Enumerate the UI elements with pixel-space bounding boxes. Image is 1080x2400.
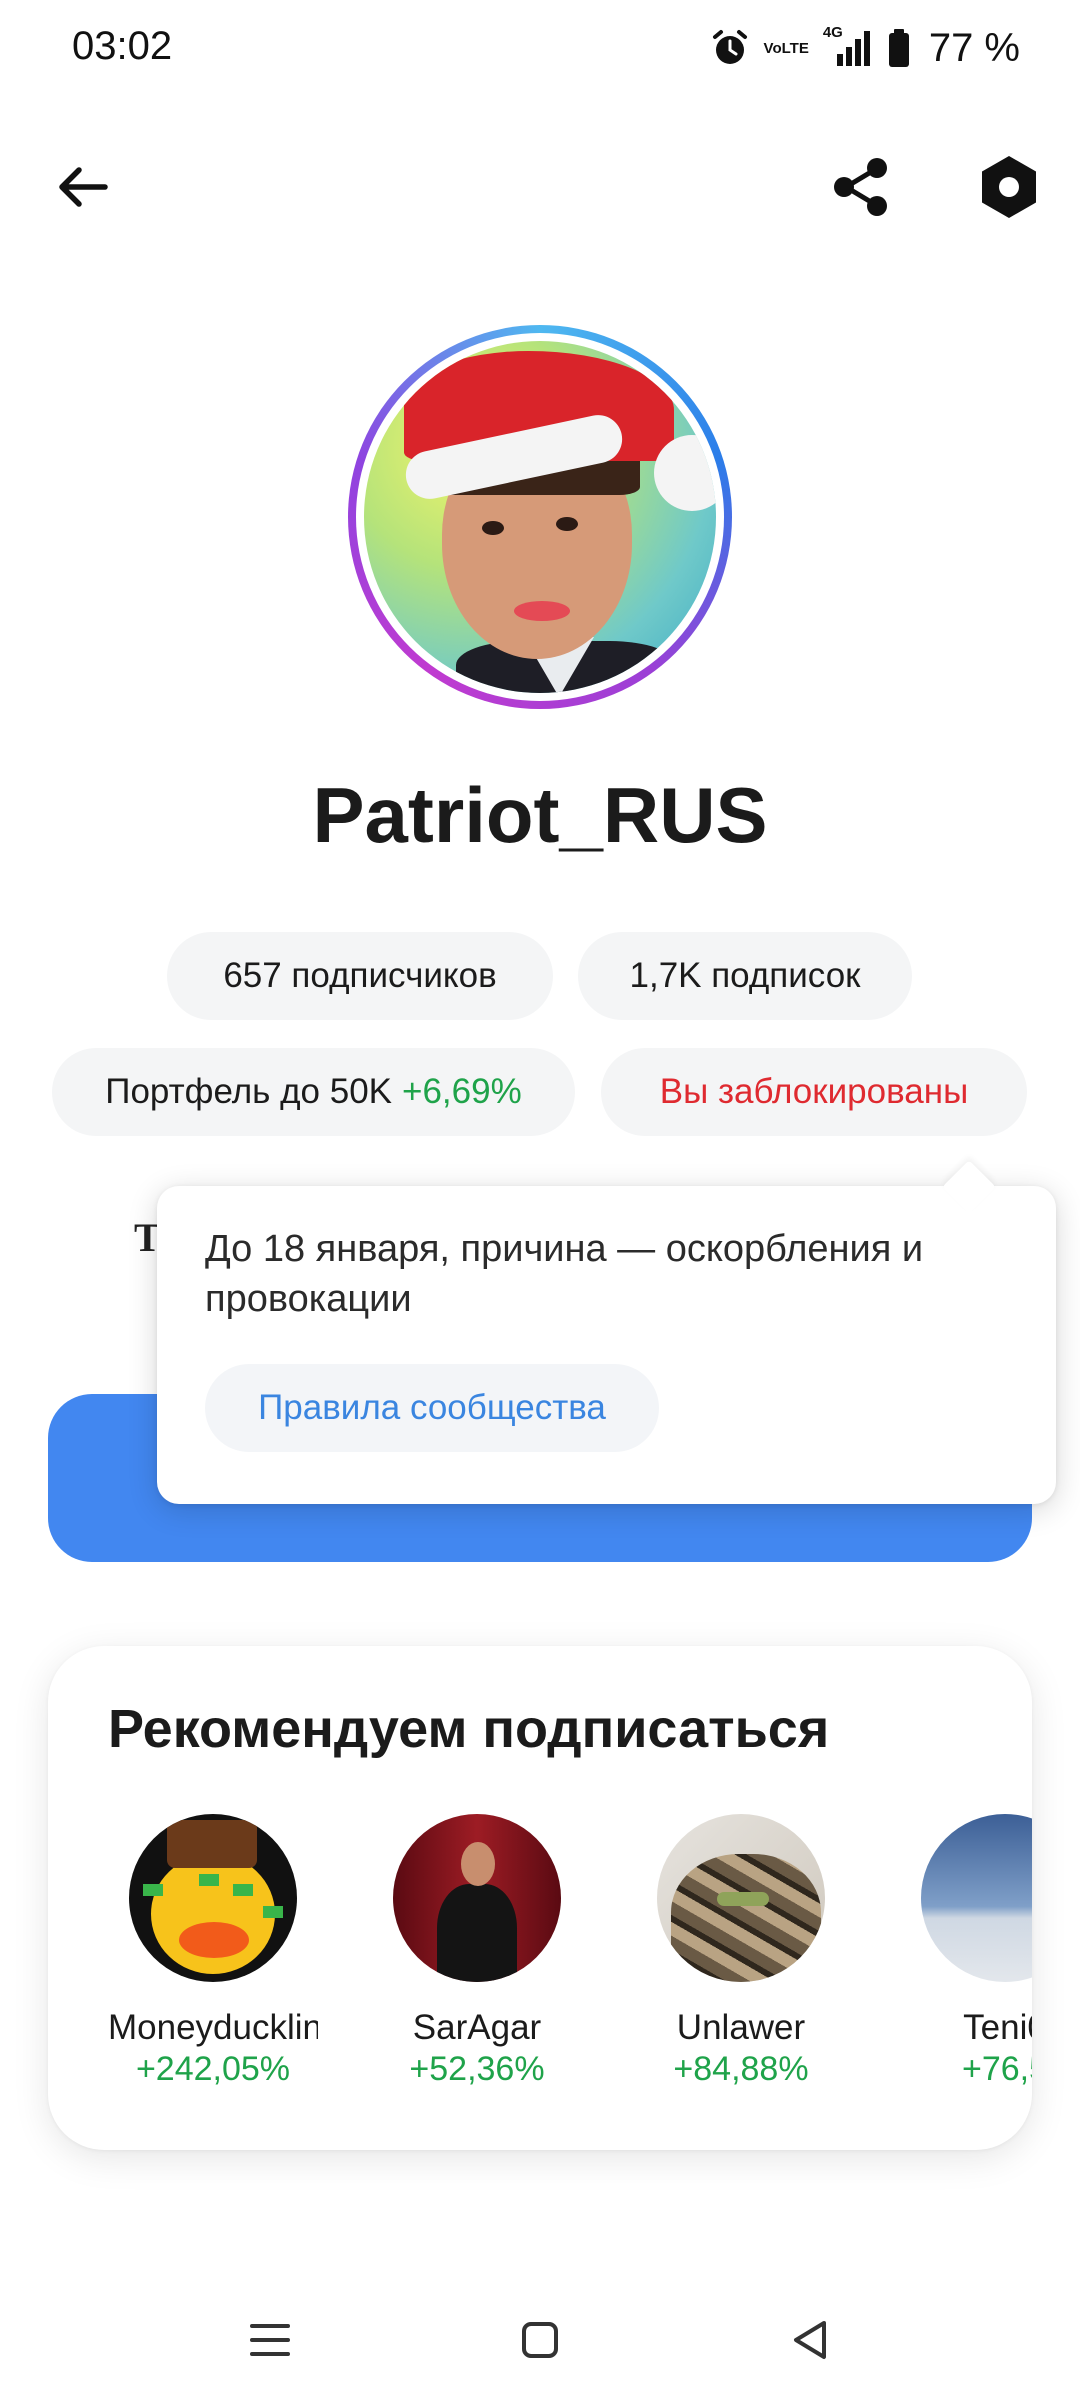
settings-icon (982, 156, 1036, 218)
block-info-popover: До 18 января, причина — оскорбления и пр… (157, 1160, 1056, 1504)
followers-chip[interactable]: 657 подписчиков (167, 932, 553, 1020)
profile-username: Patriot_RUS (312, 771, 768, 859)
status-bar: 03:02 Vo LTE 4G 77 % (0, 0, 1080, 100)
recommend-gain: +84,88% (673, 2050, 809, 2088)
recommend-item[interactable]: SarAgar +52,36% (372, 1814, 582, 2089)
recommend-name: Teni0 (963, 2008, 1032, 2047)
status-time: 03:02 (72, 24, 173, 68)
share-icon (834, 158, 887, 216)
recommend-gain: +52,36% (409, 2050, 545, 2088)
recommend-name: Moneyducklin (108, 2008, 318, 2047)
volte-top-label: Vo (763, 39, 782, 57)
portfolio-change: +6,69% (402, 1072, 522, 1111)
recommend-gain: +242,05% (135, 2050, 291, 2088)
recommend-avatar (393, 1814, 561, 1982)
volte-icon: Vo LTE (764, 41, 809, 56)
home-button[interactable] (500, 2300, 580, 2380)
recommend-item[interactable]: Moneyducklin +242,05% (108, 1814, 318, 2089)
system-nav-bar (0, 2290, 1080, 2400)
recommend-item[interactable]: Teni0 +76,5 (900, 1814, 1032, 2089)
recommend-item[interactable]: Unlawer +84,88% (636, 1814, 846, 2089)
battery-icon (887, 28, 911, 68)
settings-button[interactable] (972, 150, 1046, 224)
portfolio-chip[interactable]: Портфель до 50K +6,69% (52, 1048, 575, 1136)
recommend-avatar (657, 1814, 825, 1982)
community-rules-button[interactable]: Правила сообщества (205, 1364, 659, 1452)
blocked-status-chip[interactable]: Вы заблокированы (601, 1048, 1027, 1136)
status-icons: Vo LTE 4G 77 % (710, 22, 1020, 74)
alarm-icon (710, 28, 750, 68)
back-triangle-icon (794, 2321, 826, 2359)
recommend-gain: +76,5 (961, 2050, 1032, 2088)
signal-icon: 4G (823, 24, 873, 68)
volte-bottom-label: LTE (781, 39, 809, 57)
system-back-button[interactable] (770, 2300, 850, 2380)
share-button[interactable] (826, 152, 896, 222)
popover-arrow (942, 1160, 996, 1214)
recommend-avatar (129, 1814, 297, 1982)
recommend-avatar (921, 1814, 1032, 1982)
recommend-name: Unlawer (676, 2008, 806, 2047)
back-button[interactable] (50, 154, 116, 220)
top-bar (0, 130, 1080, 240)
recents-button[interactable] (230, 2300, 310, 2380)
network-label: 4G (822, 24, 843, 41)
battery-percentage: 77 % (928, 25, 1020, 70)
following-chip[interactable]: 1,7K подписок (578, 932, 912, 1020)
portfolio-label: Портфель до 50K (105, 1072, 393, 1111)
recommend-title: Рекомендуем подписаться (108, 1699, 830, 1759)
recommend-card: Рекомендуем подписаться Moneyducklin +24… (48, 1646, 1032, 2150)
block-reason-text: До 18 января, причина — оскорбления и пр… (205, 1228, 924, 1320)
avatar-photo (364, 341, 716, 693)
back-arrow-icon (59, 167, 108, 207)
recommend-name: SarAgar (412, 2008, 542, 2047)
menu-icon (250, 2324, 290, 2356)
home-square-icon (522, 2322, 558, 2358)
profile-avatar[interactable] (348, 325, 732, 709)
